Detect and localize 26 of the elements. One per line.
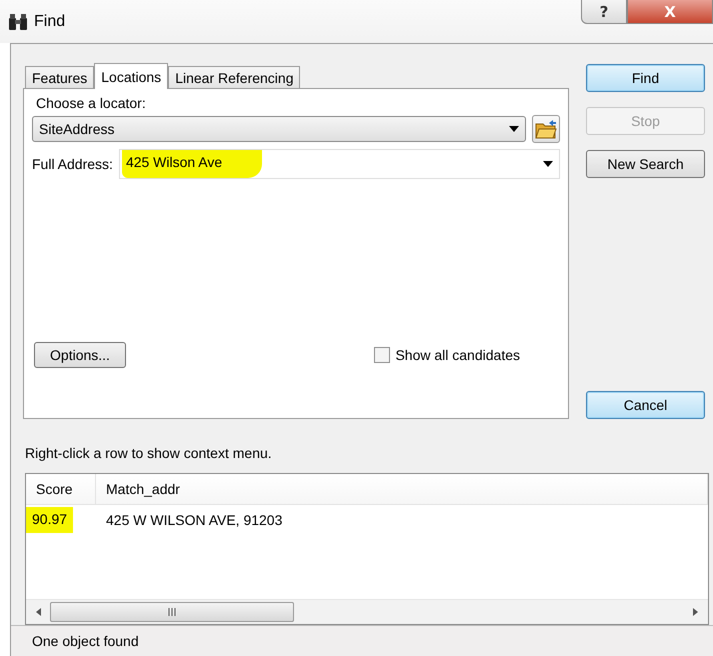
- tab[interactable]: Locations: [94, 63, 168, 89]
- tab[interactable]: Features: [25, 66, 94, 88]
- column-header[interactable]: Score: [26, 474, 96, 504]
- dialog-button[interactable]: Find: [586, 64, 705, 92]
- tab[interactable]: Linear Referencing: [168, 66, 300, 88]
- show-all-candidates-checkbox[interactable]: Show all candidates: [374, 347, 520, 363]
- window-title: Find: [34, 12, 66, 30]
- dropdown-caret-icon: [509, 126, 519, 132]
- table-cell-text: 425 W WILSON AVE, 91203: [105, 512, 282, 528]
- help-button[interactable]: ?: [581, 0, 627, 24]
- scrollbar-thumb[interactable]: [50, 602, 294, 622]
- options-button[interactable]: Options...: [34, 342, 126, 368]
- horizontal-scrollbar[interactable]: [26, 599, 708, 624]
- folder-icon: [535, 119, 557, 139]
- address-field[interactable]: 425 Wilson Ave: [118, 149, 560, 179]
- binoculars-icon: [8, 12, 28, 30]
- column-header[interactable]: Match_addr: [96, 474, 708, 504]
- address-label: Full Address:: [32, 156, 113, 172]
- hint-text: Right-click a row to show context menu.: [25, 445, 273, 461]
- cancel-button[interactable]: Cancel: [586, 391, 705, 419]
- locator-label: Choose a locator:: [35, 95, 147, 111]
- dialog-button[interactable]: New Search: [586, 150, 705, 178]
- browse-button[interactable]: [532, 115, 560, 143]
- locator-dropdown[interactable]: SiteAddress: [32, 116, 526, 142]
- grip-icon: [168, 608, 176, 616]
- dropdown-caret-icon: [543, 161, 553, 167]
